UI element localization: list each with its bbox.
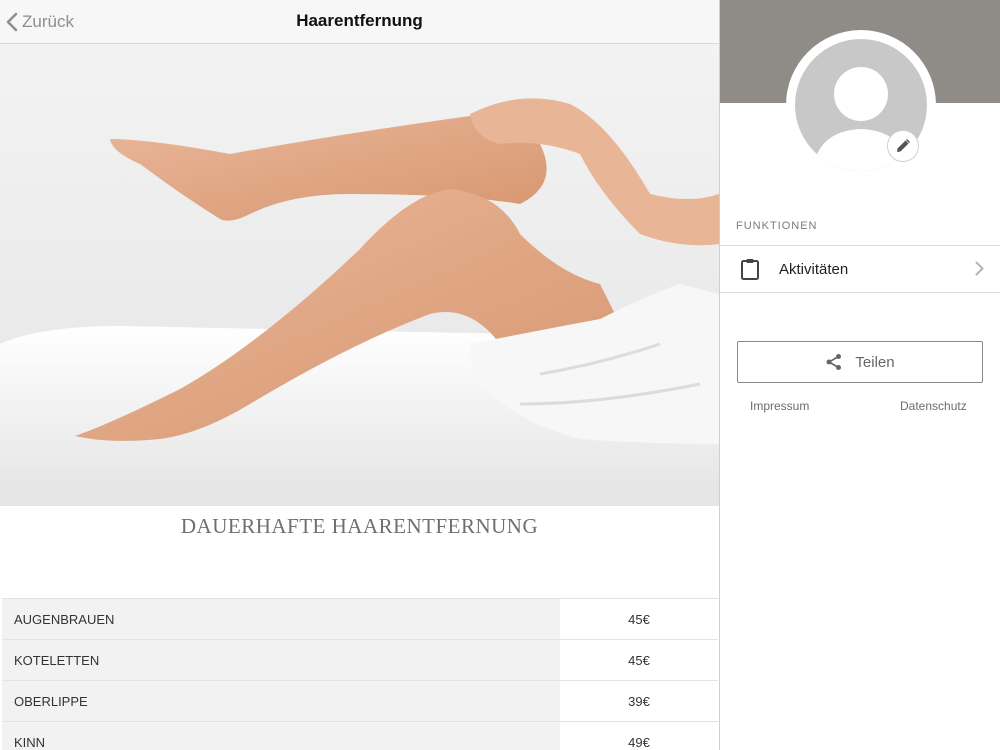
share-label: Teilen	[855, 353, 895, 371]
hero-image	[0, 44, 719, 506]
pencil-icon	[897, 138, 911, 152]
navigation-bar: Zurück Haarentfernung	[0, 0, 719, 44]
table-row: KINN 49€	[2, 722, 718, 750]
datenschutz-link[interactable]: Datenschutz	[900, 399, 967, 413]
price-item-value: 45€	[560, 599, 718, 639]
section-title: DAUERHAFTE HAARENTFERNUNG	[180, 514, 539, 538]
price-item-value: 49€	[560, 722, 718, 750]
table-row: KOTELETTEN 45€	[2, 640, 718, 681]
price-item-name: AUGENBRAUEN	[2, 599, 560, 639]
edit-profile-button[interactable]	[887, 130, 919, 162]
price-item-value: 45€	[560, 640, 718, 680]
price-item-name: OBERLIPPE	[2, 681, 560, 721]
share-button[interactable]: Teilen	[737, 341, 983, 383]
sidebar: FUNKTIONEN Aktivitäten Teilen Impressum …	[719, 0, 1000, 750]
table-row: OBERLIPPE 39€	[2, 681, 718, 722]
table-row: AUGENBRAUEN 45€	[2, 599, 718, 640]
menu-item-label: Aktivitäten	[779, 260, 849, 278]
price-item-name: KINN	[2, 722, 560, 750]
price-table: AUGENBRAUEN 45€ KOTELETTEN 45€ OBERLIPPE…	[2, 598, 718, 750]
price-item-value: 39€	[560, 681, 718, 721]
main-pane: Zurück Haarentfernung DAUERHAFTE HAARENT…	[0, 0, 719, 750]
section-label-funktionen: FUNKTIONEN	[736, 220, 818, 232]
impressum-link[interactable]: Impressum	[750, 399, 809, 413]
clipboard-icon	[738, 257, 762, 281]
share-icon	[826, 354, 842, 370]
menu-item-aktivitaeten[interactable]: Aktivitäten	[720, 245, 1000, 293]
page-title: Haarentfernung	[296, 11, 423, 30]
chevron-right-icon	[975, 261, 984, 281]
price-item-name: KOTELETTEN	[2, 640, 560, 680]
